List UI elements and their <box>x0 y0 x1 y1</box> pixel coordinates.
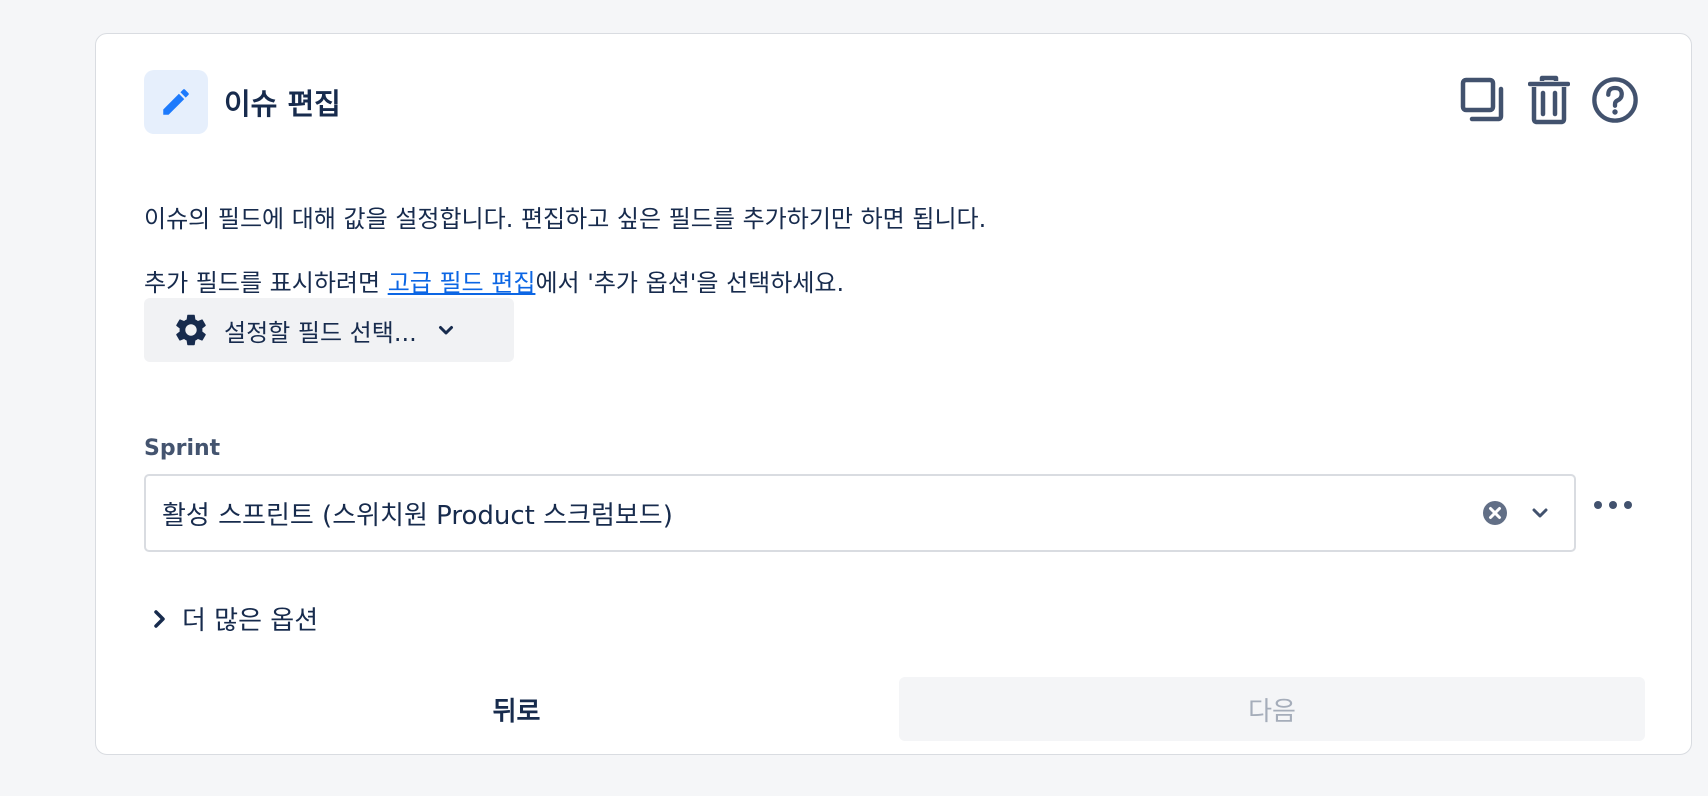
next-button[interactable]: 다음 <box>899 677 1645 741</box>
more-options-label: 더 많은 옵션 <box>182 606 319 636</box>
hint-suffix: 에서 '추가 옵션'을 선택하세요. <box>535 269 845 297</box>
chevron-down-icon <box>437 321 455 339</box>
help-icon <box>1592 77 1638 123</box>
sprint-select-value: 활성 스프린트 (스위치원 Product 스크럼보드) <box>162 500 673 531</box>
card-header: 이슈 편집 <box>144 70 341 134</box>
pencil-icon <box>144 70 208 134</box>
select-fields-label: 설정할 필드 선택... <box>224 318 417 347</box>
delete-button[interactable] <box>1525 74 1573 126</box>
header-actions <box>1459 74 1639 126</box>
hint-prefix: 추가 필드를 표시하려면 <box>144 269 388 297</box>
duplicate-button[interactable] <box>1459 74 1507 126</box>
help-button[interactable] <box>1591 74 1639 126</box>
more-icon <box>1594 501 1632 509</box>
gear-icon <box>176 314 206 346</box>
chevron-right-icon <box>154 609 165 628</box>
edit-issue-card: 이슈 편집 이슈의 필드에 대해 값을 설정합니다. 편집하고 싶은 필드를 추… <box>95 33 1692 755</box>
chevron-down-icon[interactable] <box>1530 503 1550 523</box>
field-more-actions-button[interactable] <box>1591 490 1635 520</box>
advanced-hint: 추가 필드를 표시하려면 고급 필드 편집에서 '추가 옵션'을 선택하세요. <box>144 263 844 298</box>
sprint-select-controls <box>1482 500 1550 526</box>
description-text: 이슈의 필드에 대해 값을 설정합니다. 편집하고 싶은 필드를 추가하기만 하… <box>144 205 987 233</box>
trash-icon <box>1528 75 1570 125</box>
back-button[interactable]: 뒤로 <box>144 677 889 741</box>
sprint-field-label: Sprint <box>144 436 221 461</box>
copy-icon <box>1460 77 1504 122</box>
advanced-field-edit-link[interactable]: 고급 필드 편집 <box>388 269 536 297</box>
clear-icon[interactable] <box>1482 500 1508 526</box>
sprint-select[interactable]: 활성 스프린트 (스위치원 Product 스크럼보드) <box>144 474 1576 552</box>
more-options-toggle[interactable]: 더 많은 옵션 <box>152 600 318 637</box>
page-title: 이슈 편집 <box>224 87 341 121</box>
select-fields-button[interactable]: 설정할 필드 선택... <box>144 298 514 362</box>
